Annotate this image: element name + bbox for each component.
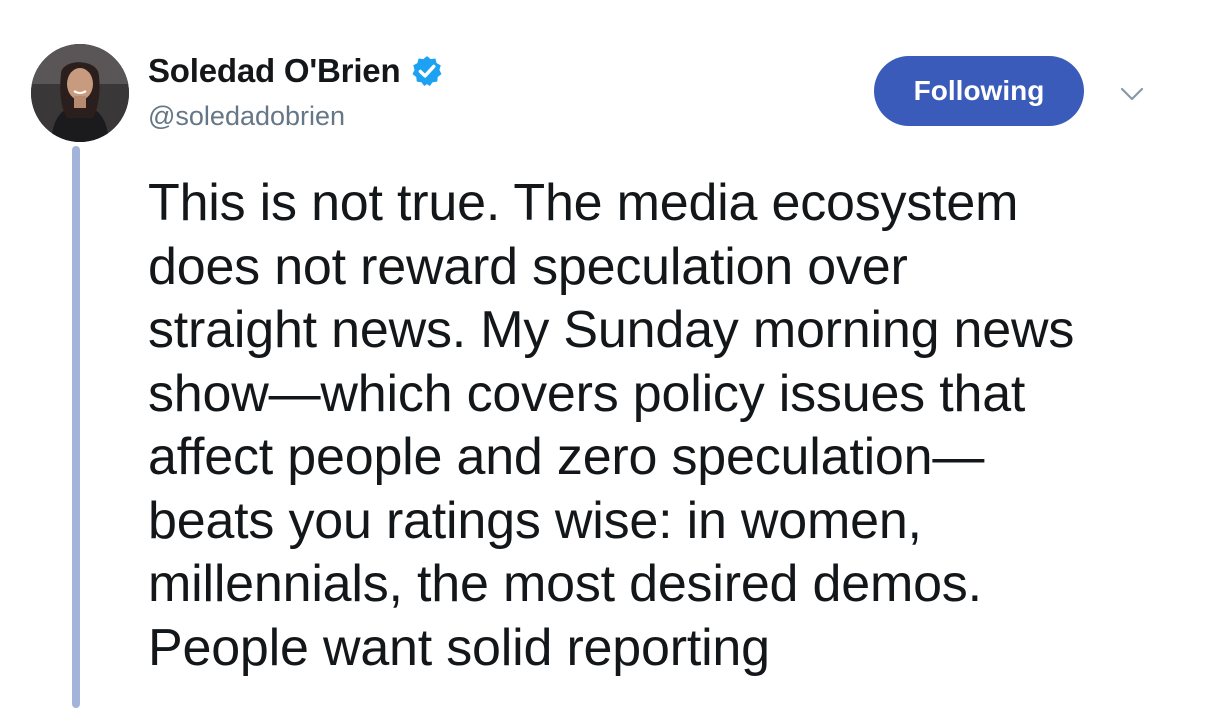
avatar[interactable] <box>31 44 129 142</box>
following-button[interactable]: Following <box>874 56 1084 126</box>
tweet-menu-button[interactable] <box>1117 82 1147 106</box>
tweet-text: This is not true. The media ecosystem do… <box>148 172 1188 680</box>
tweet-text-line: straight news. My Sunday morning news <box>148 301 1075 359</box>
tweet-card: Soledad O'Brien @soledadobrien Following… <box>0 0 1206 708</box>
tweet-text-line: millennials, the most desired demos. <box>148 555 982 613</box>
author-handle[interactable]: @soledadobrien <box>148 101 345 132</box>
author-name-row: Soledad O'Brien <box>148 51 444 91</box>
tweet-text-line: beats you ratings wise: in women, <box>148 491 922 550</box>
tweet-text-line: show—which covers policy issues that <box>148 364 1026 423</box>
tweet-text-line: affect people and zero speculation— <box>148 428 985 486</box>
tweet-text-line: does not reward speculation over <box>148 237 908 296</box>
author-display-name[interactable]: Soledad O'Brien <box>148 52 401 90</box>
thread-connector-line <box>72 146 80 708</box>
tweet-text-line: People want solid reporting <box>148 618 770 677</box>
verified-badge-icon <box>410 54 444 88</box>
profile-photo-icon <box>31 44 129 142</box>
tweet-text-line: This is not true. The media ecosystem <box>148 174 1019 232</box>
chevron-down-icon <box>1120 87 1144 101</box>
